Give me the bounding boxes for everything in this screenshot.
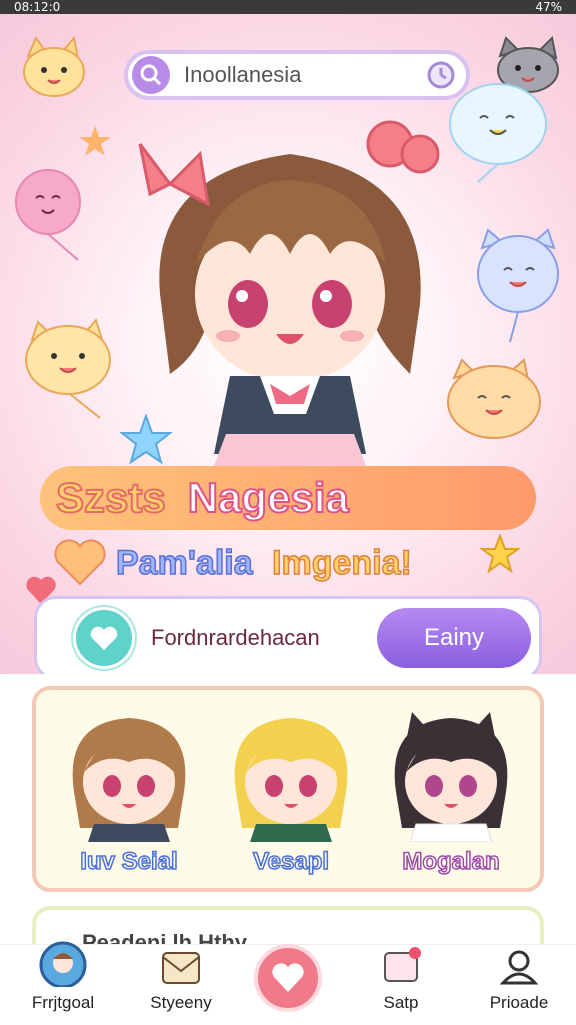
heart-icon: [54, 539, 106, 586]
favorite-fab[interactable]: [254, 944, 322, 1012]
character-avatar: [234, 718, 348, 842]
action-text: Fordnrardehacan: [151, 625, 320, 650]
character-name: Iuv Seial: [80, 847, 179, 876]
character-name: Mogalan: [402, 847, 501, 876]
status-bar: 08:12:0 47%: [0, 0, 576, 14]
chat-icon: [384, 947, 421, 982]
heart-icon: [90, 626, 118, 650]
character-avatar: [394, 712, 508, 843]
tab-label: Satp: [383, 993, 419, 1012]
characters-card: Iuv Seial Vesapl Mogalan: [32, 686, 544, 892]
favorite-button[interactable]: [73, 607, 135, 669]
action-bar: Fordnrardehacan Eainy: [34, 596, 542, 674]
banner-word-2: Nagesia: [187, 473, 350, 522]
blue-cat-balloon-icon: [477, 228, 559, 343]
character-name: Vesapl: [252, 847, 330, 876]
heart-icon: [272, 963, 304, 992]
yellow-star-icon: [480, 534, 520, 574]
subtitle: Pam'alia Imgenia!: [115, 543, 412, 583]
hero-section: Inoollanesia Szsts Nagesia Pam'alia Imge…: [0, 14, 576, 674]
character-card-2[interactable]: Vesapl: [216, 702, 366, 876]
tab-label: Styeeny: [150, 993, 212, 1012]
main-character-illustration: [138, 120, 440, 466]
yellow-cat-balloon-icon: [25, 317, 111, 419]
profile-icon: [499, 950, 539, 985]
enjoy-button[interactable]: Eainy: [377, 608, 531, 668]
tab-1[interactable]: Frrjtgoal: [8, 941, 118, 1025]
tab-2[interactable]: Styeeny: [126, 945, 236, 1025]
tab-3[interactable]: Satp: [346, 945, 456, 1025]
status-time: 08:12:0: [14, 0, 61, 14]
search-icon[interactable]: [132, 56, 170, 94]
clock-icon[interactable]: [426, 60, 456, 90]
orange-cat-balloon-icon: [447, 358, 541, 439]
title-banner: Szsts Nagesia: [40, 466, 536, 530]
character-card-1[interactable]: Iuv Seial: [54, 702, 204, 876]
star-icon: [79, 126, 111, 156]
banner-word-1: Szsts: [55, 473, 167, 522]
tab-label: Frrjtgoal: [31, 993, 95, 1012]
enjoy-button-label: Eainy: [423, 624, 485, 651]
tab-label: Prioade: [489, 993, 549, 1012]
search-input[interactable]: Inoollanesia: [184, 62, 426, 88]
subtitle-part-1: Pam'alia: [115, 543, 253, 583]
mail-icon: [162, 952, 200, 984]
status-battery: 47%: [535, 0, 562, 14]
character-card-3[interactable]: Mogalan: [376, 702, 526, 876]
search-bar[interactable]: Inoollanesia: [124, 50, 470, 100]
character-avatar: [72, 718, 186, 842]
cat-balloon-icon: [23, 35, 85, 97]
tab-4[interactable]: Prioade: [464, 945, 574, 1025]
avatar-icon: [39, 941, 87, 989]
pink-balloon-icon: [15, 169, 81, 261]
subtitle-part-2: Imgenia!: [271, 543, 412, 583]
